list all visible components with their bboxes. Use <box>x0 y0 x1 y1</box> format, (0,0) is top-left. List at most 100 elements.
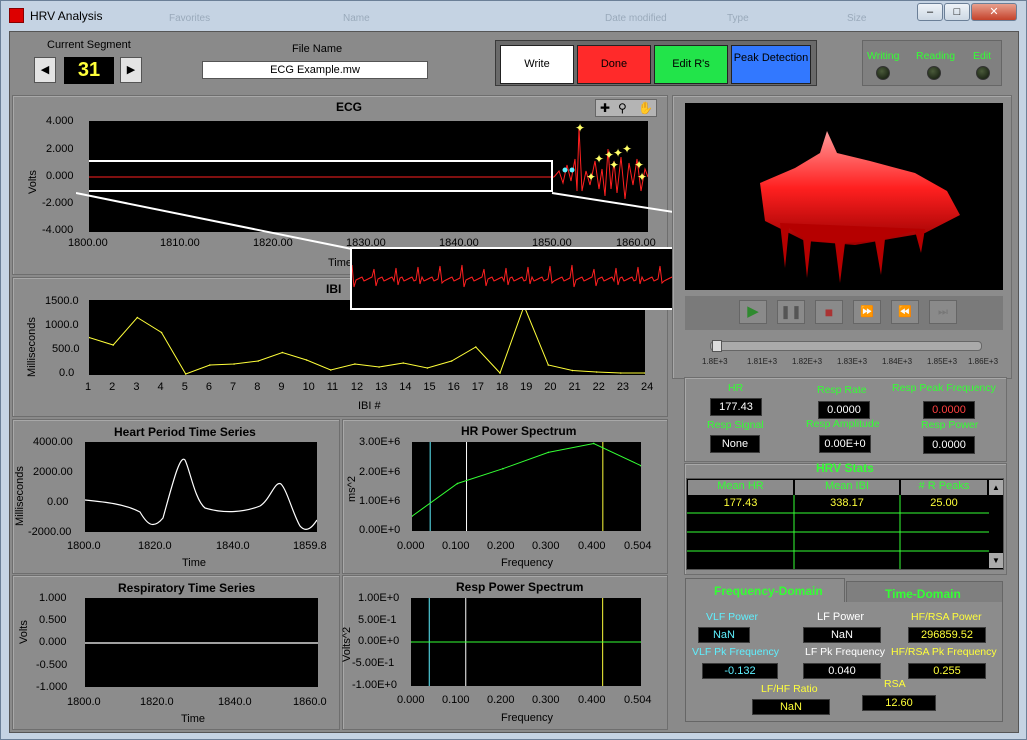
resp-power-label: Resp Power <box>921 419 979 431</box>
table-grid <box>687 495 989 569</box>
ibi-xtick: 18 <box>495 381 509 393</box>
app-window: HRV Analysis Favorites Name Date modifie… <box>0 0 1027 740</box>
ibi-xtick: 19 <box>520 381 533 393</box>
reading-led-label: Reading <box>916 50 956 62</box>
resp-svg <box>85 642 318 644</box>
window-title: HRV Analysis <box>30 9 103 23</box>
data-point <box>354 363 356 365</box>
ibi-ytick: 0.0 <box>59 367 75 379</box>
hp-ytick: -2000.00 <box>28 526 72 538</box>
ibi-ytick: 1500.0 <box>45 295 79 307</box>
ibi-xtick: 23 <box>616 381 630 393</box>
resp-ytick: -1.000 <box>36 681 68 693</box>
zoom-icon[interactable]: ⚲ <box>618 101 627 115</box>
rewind-icon[interactable]: ⏪ <box>891 300 919 324</box>
data-point <box>456 482 459 485</box>
fast-forward-icon[interactable]: ⏩ <box>853 300 881 324</box>
tab-time-label: Time-Domain <box>885 587 961 601</box>
hp-xlabel: Time <box>182 557 207 569</box>
resp-peak-value: 0.0000 <box>923 401 975 419</box>
rsa-value: 12.60 <box>862 695 936 711</box>
skip-end-icon[interactable]: ⏭ <box>929 300 957 324</box>
time-slider-handle[interactable] <box>712 340 722 352</box>
rps-ytick: 5.00E-1 <box>358 614 397 626</box>
writing-led-label: Writing <box>867 50 900 62</box>
stop-icon[interactable]: ■ <box>815 300 843 324</box>
3d-surface-plot[interactable] <box>685 103 1003 290</box>
resp-rate-value: 0.0000 <box>818 401 870 419</box>
hp-ylabel: Milliseconds <box>14 466 26 526</box>
ibi-xtick: 17 <box>471 381 485 393</box>
rps-ytick: -5.00E-1 <box>352 657 395 669</box>
next-segment-button[interactable]: ▶ <box>120 57 142 83</box>
maximize-button[interactable]: □ <box>944 3 970 21</box>
resp-xtick: 1860.0 <box>293 696 327 708</box>
bg-type: Type <box>727 13 749 24</box>
hp-trace <box>84 458 318 530</box>
hrps-xtick: 0.000 <box>397 540 425 552</box>
hrps-ytick: 3.00E+6 <box>359 436 401 448</box>
data-point <box>547 364 550 366</box>
play-icon[interactable]: ▶ <box>739 300 767 324</box>
scroll-up-icon[interactable]: ▲ <box>989 480 1003 495</box>
resp-ytick: 0.500 <box>39 614 67 626</box>
hand-pan-icon[interactable]: ✋ <box>638 101 653 115</box>
writing-led-icon <box>876 66 890 80</box>
ibi-xtick: 13 <box>375 381 388 393</box>
data-point <box>592 442 595 445</box>
rps-xtick: 0.300 <box>532 694 560 706</box>
hr-value: 177.43 <box>710 398 762 416</box>
peak-detection-button[interactable]: Peak Detection <box>731 45 811 84</box>
crosshair-icon[interactable]: ✚ <box>600 101 610 115</box>
prev-segment-button[interactable]: ◀ <box>34 57 56 83</box>
tab-frequency-domain[interactable]: Frequency-Domain <box>685 578 845 603</box>
lfhf-label: LF/HF Ratio <box>761 683 818 695</box>
slider-tick: 1.86E+3 <box>968 357 999 366</box>
resp-signal-label: Resp Signal <box>707 419 764 431</box>
hp-svg <box>84 458 318 530</box>
slider-tick: 1.84E+3 <box>882 357 913 366</box>
minimize-button[interactable]: – <box>917 3 943 21</box>
hp-ytick: 0.00 <box>47 496 69 508</box>
ecg-ytick: -2.000 <box>42 197 74 209</box>
rps-xtick: 0.000 <box>397 694 425 706</box>
lf-pk-label: LF Pk Frequency <box>805 646 885 658</box>
ecg-ytick: -4.000 <box>42 224 74 236</box>
svg-text:✦: ✦ <box>609 158 619 172</box>
3d-surface-spikes <box>780 223 925 283</box>
resp-ytick: 1.000 <box>39 592 67 604</box>
rps-svg <box>410 598 642 686</box>
rps-ytick: -1.00E+0 <box>352 679 397 691</box>
hp-plot[interactable] <box>84 442 318 532</box>
pause-icon[interactable]: ❚❚ <box>777 300 805 324</box>
ibi-xtick: 2 <box>109 381 116 393</box>
write-button[interactable]: Write <box>500 45 574 84</box>
slider-tick: 1.8E+3 <box>702 357 728 366</box>
data-point <box>644 372 646 374</box>
tab-time-domain[interactable]: Time-Domain <box>846 581 1003 604</box>
time-slider-track[interactable] <box>710 340 982 352</box>
file-name-field[interactable]: ECG Example.mw <box>202 61 428 79</box>
hrps-ylabel: ms^2 <box>346 476 358 502</box>
rps-ytick: 1.00E+0 <box>358 592 400 604</box>
data-point <box>595 371 598 373</box>
resp-signal-value: None <box>710 435 760 453</box>
data-point <box>571 369 574 372</box>
resp-plot[interactable] <box>85 598 318 687</box>
done-button[interactable]: Done <box>577 45 651 84</box>
svg-text:✦: ✦ <box>575 121 585 135</box>
segment-display: 31 <box>64 57 114 84</box>
ecg-ytick: 2.000 <box>46 143 74 155</box>
close-button[interactable]: ✕ <box>971 3 1017 21</box>
hr-label: HR <box>728 382 744 394</box>
ibi-xtick: 11 <box>326 381 339 393</box>
resp-ylabel: Volts <box>18 620 30 644</box>
rps-plot[interactable] <box>410 598 642 686</box>
hrps-plot[interactable] <box>411 442 642 531</box>
hf-power-label: HF/RSA Power <box>911 611 982 623</box>
scroll-down-icon[interactable]: ▼ <box>989 553 1003 568</box>
svg-text:✦: ✦ <box>622 142 632 156</box>
vlf-pk-value: -0.132 <box>702 663 778 679</box>
edit-rs-button[interactable]: Edit R's <box>654 45 728 84</box>
resp-rate-label: Resp Rate <box>817 384 867 396</box>
